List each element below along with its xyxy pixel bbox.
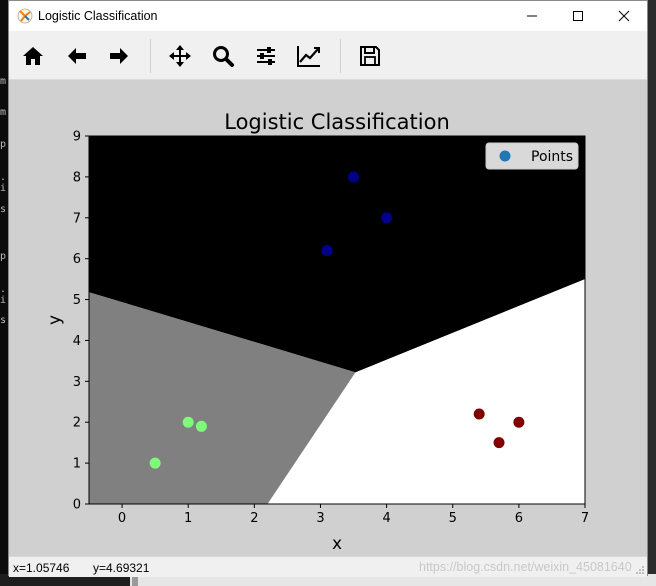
data-point [348,171,360,183]
x-axis-label: x [332,534,342,554]
title-bar[interactable]: Logistic Classification [9,1,647,31]
status-bar: x=1.05746 y=4.69321 https://blog.csdn.ne… [9,556,647,577]
y-tick-label: 5 [73,293,81,308]
edit-axis-icon [297,46,320,67]
maximize-icon [573,11,583,21]
data-point [195,420,207,432]
cursor-y-readout: y=4.69321 [93,561,150,575]
minimize-button[interactable] [509,1,555,31]
y-tick-label: 8 [73,170,81,185]
maximize-button[interactable] [555,1,601,31]
home-icon [23,47,43,65]
close-icon [618,10,630,22]
console-char: . [0,172,7,183]
data-point [149,457,161,469]
minimize-icon [527,15,537,17]
data-point [513,416,525,428]
legend-label: Points [531,149,573,165]
x-tick-label: 4 [382,511,390,526]
x-tick-label: 3 [316,511,324,526]
y-tick-label: 2 [73,416,81,431]
cursor-x-readout: x=1.05746 [13,561,70,575]
x-tick-label: 5 [449,511,457,526]
console-char: s [0,315,7,326]
figure-canvas[interactable]: 0 1 2 3 4 5 6 7 0 1 2 3 4 5 6 7 8 9 Logistic Classificatio… [9,80,647,556]
console-char: i [0,183,7,194]
resize-grip-icon[interactable] [635,565,645,575]
data-point [321,244,333,256]
configure-subplots-button[interactable] [249,39,283,73]
data-point [381,212,393,224]
y-tick-label: 1 [73,457,81,472]
matplotlib-logo-icon [17,8,33,24]
watermark-text: https://blog.csdn.net/weixin_45081640 [419,560,632,574]
save-button[interactable] [353,39,387,73]
zoom-icon [213,46,234,67]
x-tick-label: 2 [250,511,258,526]
navigation-toolbar [9,31,647,80]
x-tick-label: 6 [515,511,523,526]
edit-axis-button[interactable] [292,39,326,73]
data-point [493,437,505,449]
console-char: s [0,204,7,215]
forward-arrow-icon [110,48,128,64]
back-button[interactable] [60,39,94,73]
chart-title: Logistic Classification [224,110,450,134]
chart-svg[interactable]: 0 1 2 3 4 5 6 7 0 1 2 3 4 5 6 7 8 9 Logistic Classificatio… [9,80,647,556]
console-char: p [0,251,7,262]
configure-subplots-icon [257,47,275,65]
figure-window: Logistic Classification 0 1 2 3 4 5 6 7 … [8,0,648,577]
y-tick-label: 6 [73,252,81,267]
x-tick-label: 7 [581,511,589,526]
pan-button[interactable] [163,39,197,73]
y-tick-label: 7 [73,211,81,226]
close-button[interactable] [601,1,647,31]
data-point [473,408,485,420]
y-tick-label: 9 [73,130,81,145]
legend-marker [499,150,511,162]
zoom-button[interactable] [206,39,240,73]
pan-icon [169,45,191,67]
window-title: Logistic Classification [38,9,158,23]
console-char: m [0,76,7,87]
back-arrow-icon [68,48,86,64]
console-char: m [0,107,7,118]
console-char: p [0,139,7,150]
y-axis-label: y [45,315,65,325]
data-point [182,416,194,428]
console-char: i [0,295,7,306]
y-tick-label: 3 [73,375,81,390]
toolbar-separator [150,39,151,73]
x-tick-label: 1 [184,511,192,526]
toolbar-separator [340,39,341,73]
home-button[interactable] [16,39,50,73]
y-tick-label: 4 [73,334,81,349]
forward-button[interactable] [102,39,136,73]
x-tick-label: 0 [118,511,126,526]
console-char: . [0,284,7,295]
save-icon [360,46,380,66]
y-tick-label: 0 [73,498,81,513]
